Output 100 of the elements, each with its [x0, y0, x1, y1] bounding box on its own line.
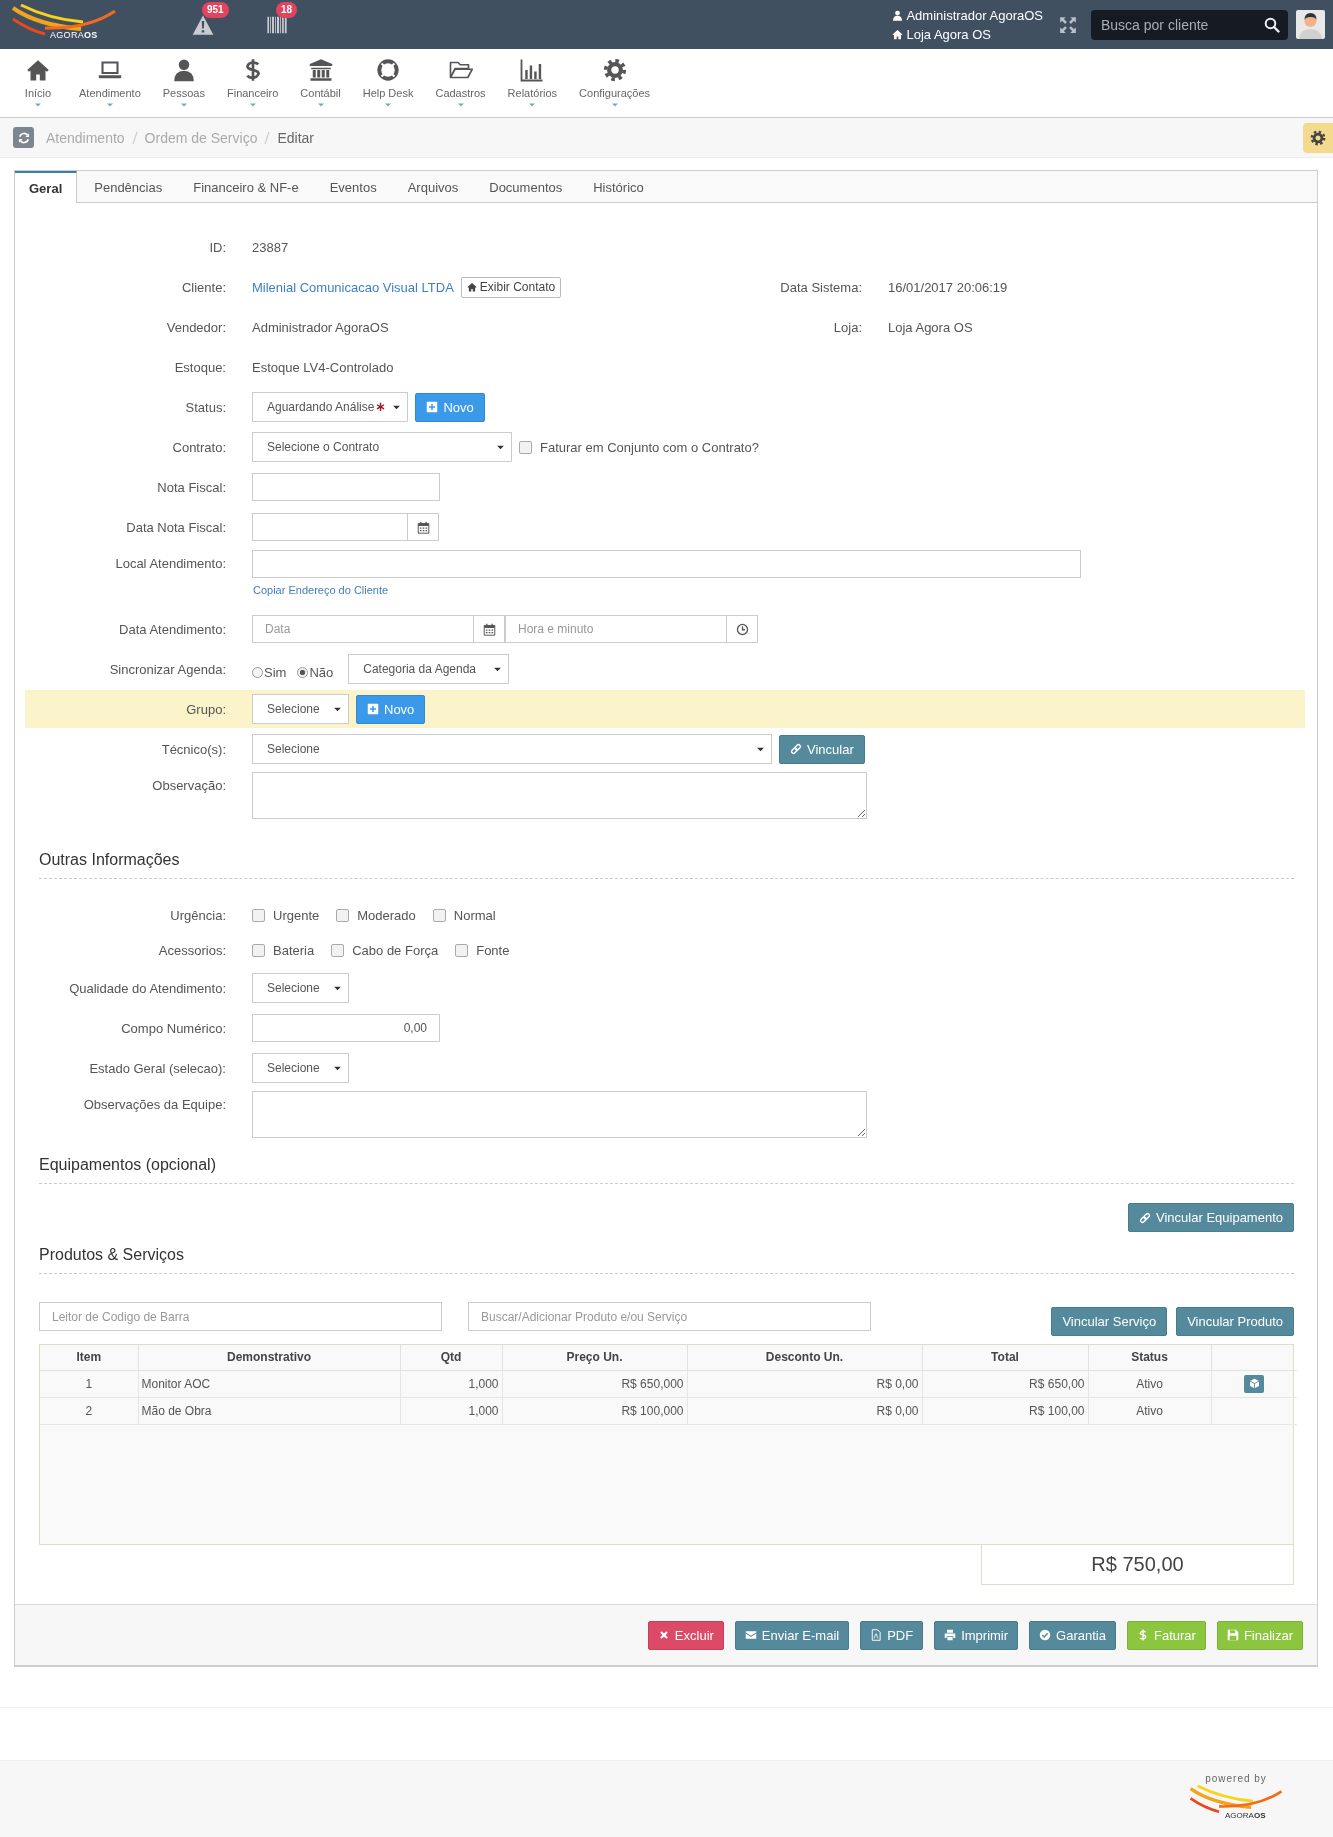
- alert-icon[interactable]: [192, 13, 214, 36]
- barcode-field[interactable]: Leitor de Codigo de Barra: [39, 1302, 442, 1331]
- field-value: Loja Agora OS: [888, 319, 973, 335]
- field-label: Data Nota Fiscal:: [125, 519, 226, 535]
- home-icon: [26, 58, 50, 82]
- text-area[interactable]: [252, 772, 867, 819]
- radio-button[interactable]: [252, 666, 263, 678]
- calendar-button[interactable]: [408, 513, 439, 541]
- checkbox[interactable]: [252, 909, 265, 922]
- search-icon[interactable]: [1264, 16, 1280, 33]
- store-name[interactable]: Loja Agora OS: [906, 24, 991, 44]
- nav-item[interactable]: Relatórios: [496, 49, 569, 117]
- client-link[interactable]: Milenial Comunicacao Visual LTDA: [252, 279, 454, 295]
- radio-button[interactable]: [297, 666, 309, 678]
- field-value: 23887: [252, 239, 289, 255]
- tab[interactable]: Financeiro & NF-e: [179, 171, 313, 203]
- field-label: Observação:: [151, 778, 226, 793]
- column-header: Item: [40, 1345, 138, 1370]
- tab[interactable]: Documentos: [475, 171, 577, 203]
- checkbox[interactable]: [432, 909, 446, 922]
- copy-address-link[interactable]: Copiar Endereço do Cliente: [253, 584, 1081, 596]
- nav-item[interactable]: Atendimento: [68, 49, 152, 117]
- tab[interactable]: Geral: [15, 171, 78, 203]
- warranty-button[interactable]: Garantia: [1029, 1620, 1116, 1650]
- cube-icon: [1248, 1378, 1260, 1389]
- pdf-file-icon: [870, 1629, 883, 1641]
- column-header: Desconto Un.: [687, 1345, 922, 1370]
- checkbox-label: Normal: [453, 908, 496, 923]
- nav-item[interactable]: Financeiro: [215, 49, 290, 117]
- notification-badge: 18: [276, 1, 298, 18]
- contact-button[interactable]: Exibir Contato: [460, 276, 562, 298]
- logo-text: AGORAOS: [50, 29, 98, 40]
- checkbox[interactable]: [519, 440, 532, 454]
- user-icon: [892, 9, 904, 21]
- section-heading: Outras Informações: [39, 851, 1294, 879]
- date-field[interactable]: Data: [252, 615, 474, 643]
- link-service-button[interactable]: Vincular Serviço: [1051, 1307, 1168, 1336]
- nav-item[interactable]: Pessoas: [151, 49, 216, 117]
- refresh-button[interactable]: [13, 127, 34, 148]
- checkbox[interactable]: [331, 944, 345, 957]
- table-cell: 1,000: [400, 1397, 502, 1424]
- time-field[interactable]: Hora e minuto: [505, 615, 727, 643]
- checkbox[interactable]: [455, 944, 469, 957]
- product-search-field[interactable]: Buscar/Adicionar Produto e/ou Serviço: [468, 1302, 871, 1331]
- clock-button[interactable]: [727, 615, 758, 643]
- select-field[interactable]: Selecione: [252, 1053, 349, 1083]
- number-field[interactable]: 0,00: [252, 1014, 440, 1042]
- nav-item[interactable]: Início: [8, 49, 68, 117]
- plus-icon: [426, 401, 439, 413]
- field-label: Sincronizar Agenda:: [108, 661, 226, 677]
- checkbox[interactable]: [336, 909, 350, 922]
- product-button[interactable]: [1244, 1374, 1265, 1393]
- table-cell: 1,000: [400, 1370, 502, 1397]
- text-area[interactable]: [252, 1091, 867, 1138]
- radio-label: Não: [309, 664, 334, 680]
- select-field[interactable]: Selecione: [252, 734, 772, 764]
- search-field[interactable]: Busca por cliente: [1091, 9, 1288, 40]
- bank-icon: [308, 58, 333, 82]
- field-label: Acessorios:: [157, 943, 226, 958]
- plus-icon: [367, 703, 379, 715]
- select-field[interactable]: Aguardando Análise: [252, 392, 409, 422]
- select-field[interactable]: Selecione: [252, 694, 349, 724]
- field-label: Observações da Equipe:: [82, 1097, 226, 1112]
- select-field[interactable]: Selecione: [252, 973, 349, 1003]
- pdf-button[interactable]: PDF: [860, 1620, 924, 1650]
- field-label: Status:: [184, 399, 226, 415]
- nav-item[interactable]: Cadastros: [424, 49, 497, 117]
- nav-item[interactable]: Contábil: [289, 49, 352, 117]
- text-field[interactable]: [252, 550, 1081, 578]
- link-button[interactable]: Vincular: [779, 734, 865, 764]
- link-product-button[interactable]: Vincular Produto: [1176, 1307, 1294, 1336]
- field-label: Data Sistema:: [779, 279, 862, 295]
- link-equipment-button[interactable]: Vincular Equipamento: [1128, 1203, 1294, 1232]
- expand-icon[interactable]: [1059, 15, 1077, 34]
- text-field[interactable]: [252, 473, 440, 501]
- calendar-button[interactable]: [474, 615, 505, 643]
- select-field[interactable]: Selecione o Contrato: [252, 432, 512, 462]
- field-value: 16/01/2017 20:06:19: [888, 279, 1008, 295]
- select-field[interactable]: Categoria da Agenda: [348, 654, 510, 684]
- nav-item[interactable]: Help Desk: [351, 49, 425, 117]
- checkbox[interactable]: [252, 944, 265, 957]
- nav-item[interactable]: Configurações: [568, 49, 662, 117]
- calendar-icon: [416, 520, 430, 534]
- user-name[interactable]: Administrador AgoraOS: [906, 5, 1043, 25]
- print-button[interactable]: Imprimir: [934, 1620, 1019, 1650]
- avatar-icon[interactable]: [1296, 10, 1325, 39]
- date-field[interactable]: [252, 513, 408, 541]
- tab[interactable]: Arquivos: [393, 171, 473, 203]
- home-icon: [892, 28, 904, 40]
- field-label: Grupo:: [185, 701, 226, 717]
- delete-button[interactable]: Excluir: [647, 1620, 724, 1650]
- tab[interactable]: Eventos: [315, 171, 391, 203]
- table-cell: Ativo: [1088, 1370, 1211, 1397]
- tab[interactable]: Histórico: [579, 171, 658, 203]
- link-icon: [1139, 1211, 1152, 1224]
- email-button[interactable]: Enviar E-mail: [734, 1620, 850, 1650]
- checkbox-label: Bateria: [273, 943, 315, 958]
- settings-button[interactable]: [1303, 122, 1333, 153]
- tab[interactable]: Pendências: [80, 171, 177, 203]
- table-cell: R$ 0,00: [687, 1370, 922, 1397]
